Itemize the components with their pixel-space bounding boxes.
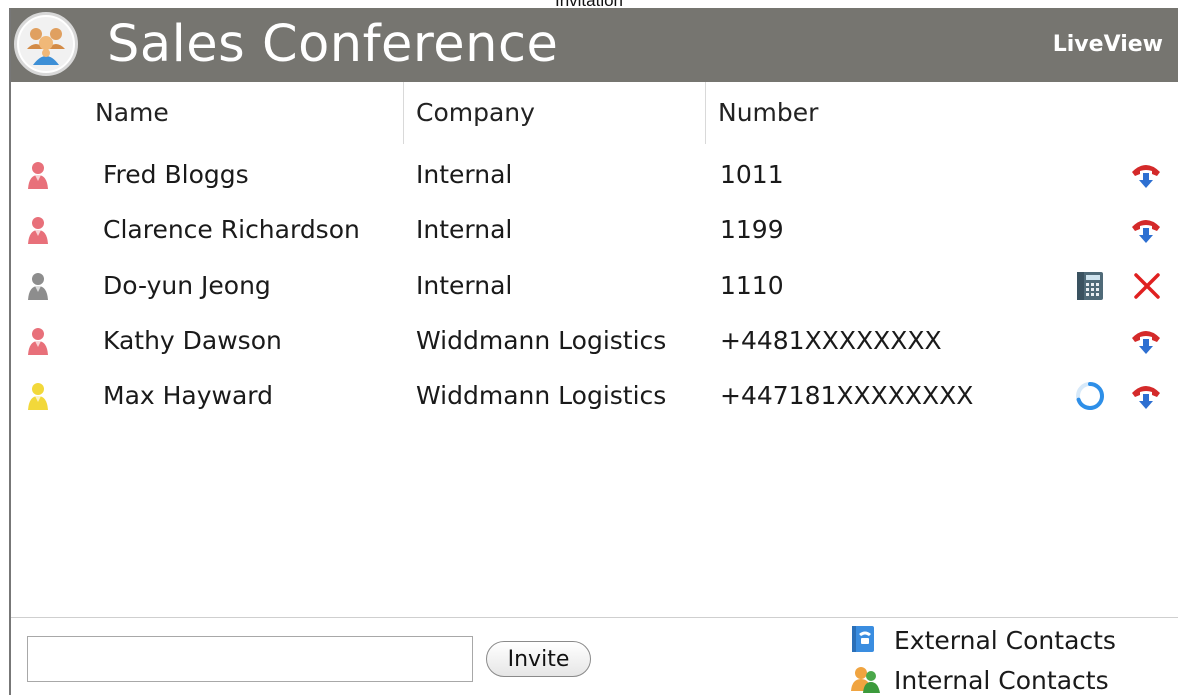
participant-name: Kathy Dawson: [103, 326, 282, 355]
invite-number-input[interactable]: [27, 636, 473, 682]
participant-company: Internal: [416, 215, 513, 244]
participant-row[interactable]: Clarence Richardson Internal 1199: [11, 202, 1178, 257]
participant-status-icon: [28, 328, 48, 355]
participant-status-icon: [28, 273, 48, 300]
participant-name: Clarence Richardson: [103, 215, 360, 244]
participant-number: 1199: [720, 215, 784, 244]
participant-company: Internal: [416, 271, 513, 300]
participant-company: Internal: [416, 160, 513, 189]
participant-status-icon: [28, 162, 48, 189]
page-title: Sales Conference: [107, 15, 559, 74]
footer-divider: [11, 617, 1178, 618]
conference-group-icon: [14, 12, 78, 76]
participant-number: 1011: [720, 160, 784, 189]
title-bar: Sales Conference LiveView: [11, 8, 1178, 82]
remove-icon[interactable]: [1130, 269, 1164, 303]
hangup-icon[interactable]: [1129, 378, 1163, 412]
dialpad-icon[interactable]: [1073, 269, 1107, 303]
participant-row[interactable]: Max Hayward Widdmann Logistics +447181XX…: [11, 368, 1178, 423]
participant-number: +447181XXXXXXXX: [720, 381, 974, 410]
participant-row[interactable]: Kathy Dawson Widdmann Logistics +4481XXX…: [11, 313, 1178, 368]
participant-status-icon: [28, 383, 48, 410]
participant-status-icon: [28, 217, 48, 244]
participant-row[interactable]: Do-yun Jeong Internal 1110: [11, 258, 1178, 313]
external-contacts-label: External Contacts: [894, 626, 1116, 655]
hangup-icon[interactable]: [1129, 323, 1163, 357]
participant-company: Widdmann Logistics: [416, 326, 667, 355]
column-header-number[interactable]: Number: [718, 82, 818, 144]
hangup-icon[interactable]: [1129, 157, 1163, 191]
participant-number: +4481XXXXXXXX: [720, 326, 942, 355]
table-header: Name Company Number: [11, 82, 1178, 144]
participant-name: Fred Bloggs: [103, 160, 249, 189]
invite-button[interactable]: Invite: [486, 641, 591, 677]
column-divider: [705, 82, 706, 144]
conference-panel: Sales Conference LiveView Name Company N…: [9, 8, 1178, 695]
participant-number: 1110: [720, 271, 784, 300]
participant-name: Max Hayward: [103, 381, 274, 410]
hangup-icon[interactable]: [1129, 212, 1163, 246]
participant-company: Widdmann Logistics: [416, 381, 667, 410]
participant-row[interactable]: Fred Bloggs Internal 1011: [11, 147, 1178, 202]
column-header-name[interactable]: Name: [95, 82, 169, 144]
internal-contacts-label: Internal Contacts: [894, 666, 1109, 695]
loading-spinner-icon: [1076, 382, 1104, 410]
user-group-icon: [851, 667, 880, 693]
column-divider: [403, 82, 404, 144]
column-header-company[interactable]: Company: [416, 82, 535, 144]
participant-name: Do-yun Jeong: [103, 271, 271, 300]
liveview-link[interactable]: LiveView: [1053, 32, 1163, 57]
address-book-icon: [852, 626, 874, 652]
